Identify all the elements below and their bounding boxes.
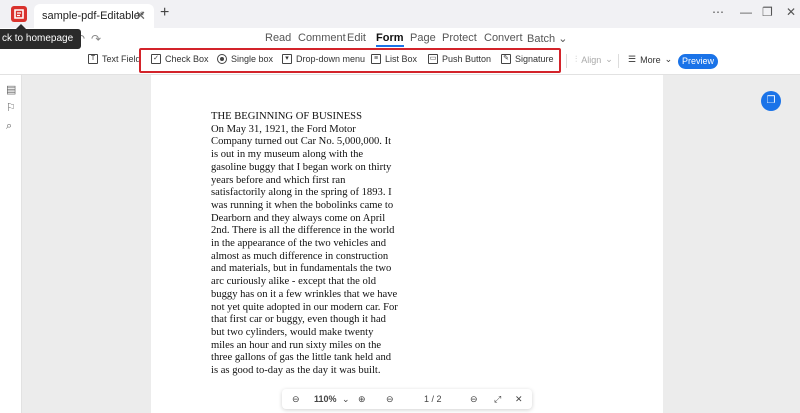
text-field-label: Text Field xyxy=(102,54,141,64)
next-page-icon[interactable]: ⊖ xyxy=(470,394,478,405)
document-line: is out in my museum along with the xyxy=(211,149,364,161)
zoom-in-icon[interactable]: ⊕ xyxy=(358,394,366,405)
document-line: in the appearance of the two vehicles an… xyxy=(211,238,387,250)
document-line: almost as much difference in constructio… xyxy=(211,250,389,262)
more-options-icon[interactable]: ⋯ xyxy=(712,5,724,19)
more-button[interactable]: ☰ More ⌄ xyxy=(628,54,672,65)
close-window-icon[interactable]: ✕ xyxy=(786,5,796,19)
document-line: satisfactorily along in the spring of 18… xyxy=(211,187,392,199)
text-field-button[interactable]: T Text Field xyxy=(88,54,141,64)
menu-batch[interactable]: Batch ⌄ xyxy=(527,32,567,45)
document-line: that first car or buggy, even though it … xyxy=(211,314,386,326)
restore-icon[interactable]: ❐ xyxy=(762,5,773,19)
align-button[interactable]: ⫶ Align ⌄ xyxy=(575,54,613,65)
new-tab-icon[interactable]: + xyxy=(160,4,169,22)
thumbnails-icon[interactable]: ▤ xyxy=(6,83,16,96)
title-bar: sample-pdf-Editable* ✕ + ⋯ — ❐ ✕ xyxy=(0,0,800,28)
menu-batch-label: Batch xyxy=(527,33,556,45)
page-indicator[interactable]: 1 / 2 xyxy=(424,394,442,404)
left-sidebar: ▤ ⚐ ⌕ xyxy=(0,75,22,413)
toolbar-divider xyxy=(566,54,567,68)
document-line: is as good to-day as the day it was buil… xyxy=(211,365,381,377)
document-line: 2nd. There is all the difference in the … xyxy=(211,225,395,237)
document-line: not yet quite adopted in our modern car.… xyxy=(211,301,398,313)
document-line: three gallons of gas the little tank hel… xyxy=(211,352,392,364)
ai-assistant-icon[interactable]: ❐ xyxy=(761,91,781,111)
document-line: THE BEGINNING OF BUSINESS xyxy=(211,111,362,122)
document-line: miles an hour and run sixty miles on the xyxy=(211,339,382,351)
fit-page-icon[interactable]: ⤢ xyxy=(494,394,501,405)
document-line: Dearborn and they always come on April xyxy=(211,212,386,224)
zoom-chevron-icon[interactable]: ⌄ xyxy=(342,394,350,405)
toolbar-divider xyxy=(618,54,619,68)
tab-close-icon[interactable]: ✕ xyxy=(135,8,146,24)
menu-convert[interactable]: Convert xyxy=(484,32,523,44)
align-chevron-icon: ⌄ xyxy=(605,54,613,64)
zoom-level[interactable]: 110% xyxy=(314,394,337,404)
menu-edit[interactable]: Edit xyxy=(347,32,366,44)
document-line: years before and which first ran xyxy=(211,174,346,186)
close-zoom-icon[interactable]: ✕ xyxy=(515,394,523,405)
app-logo-icon[interactable] xyxy=(10,5,28,23)
menu-read[interactable]: Read xyxy=(265,32,291,44)
document-text: THE BEGINNING OF BUSINESS On May 31, 1921… xyxy=(211,111,398,378)
bookmark-icon[interactable]: ⚐ xyxy=(6,101,16,114)
preview-button[interactable]: Preview xyxy=(678,54,718,69)
document-line: Company turned out Car No. 5,000,000. It xyxy=(211,136,392,148)
more-chevron-icon: ⌄ xyxy=(664,54,673,64)
document-line: buggy has on it a few wrinkles that we h… xyxy=(211,288,398,300)
menu-page[interactable]: Page xyxy=(410,32,436,44)
back-to-homepage-tooltip: ck to homepage xyxy=(0,24,82,49)
search-icon[interactable]: ⌕ xyxy=(6,120,12,133)
document-line: arc curiously alike - except that the ol… xyxy=(211,276,377,288)
menu-form[interactable]: Form xyxy=(376,32,404,47)
align-icon: ⫶ xyxy=(575,54,578,64)
document-line: gasoline buggy that I began work on thir… xyxy=(211,161,392,173)
document-line: On May 31, 1921, the Ford Motor xyxy=(211,123,356,135)
menu-protect[interactable]: Protect xyxy=(442,32,477,44)
document-line: but two cylinders, would make twenty xyxy=(211,326,374,338)
form-tools-highlight xyxy=(139,48,561,73)
text-field-icon: T xyxy=(88,54,98,64)
document-line: was running it when the bobolinks came t… xyxy=(211,199,394,211)
redo-icon[interactable]: ↷ xyxy=(91,32,101,46)
align-label: Align xyxy=(581,54,602,65)
zoom-out-icon[interactable]: ⊖ xyxy=(292,394,300,405)
document-page: THE BEGINNING OF BUSINESS On May 31, 1921… xyxy=(151,75,663,413)
document-tab[interactable]: sample-pdf-Editable* ✕ xyxy=(34,4,154,28)
minimize-icon[interactable]: — xyxy=(740,5,752,19)
more-icon: ☰ xyxy=(628,54,637,64)
previous-page-icon[interactable]: ⊖ xyxy=(386,394,394,405)
tab-title: sample-pdf-Editable* xyxy=(42,10,145,22)
menu-bar: Read Comment Edit Form Page Protect Conv… xyxy=(0,28,800,48)
menu-comment[interactable]: Comment xyxy=(298,32,346,44)
document-line: and materials, but in fundamentals the t… xyxy=(211,263,392,275)
zoom-bar: ⊖ 110% ⌄ ⊕ ⊖ 1 / 2 ⊖ ⤢ ✕ xyxy=(282,389,532,409)
more-label: More xyxy=(640,54,661,65)
